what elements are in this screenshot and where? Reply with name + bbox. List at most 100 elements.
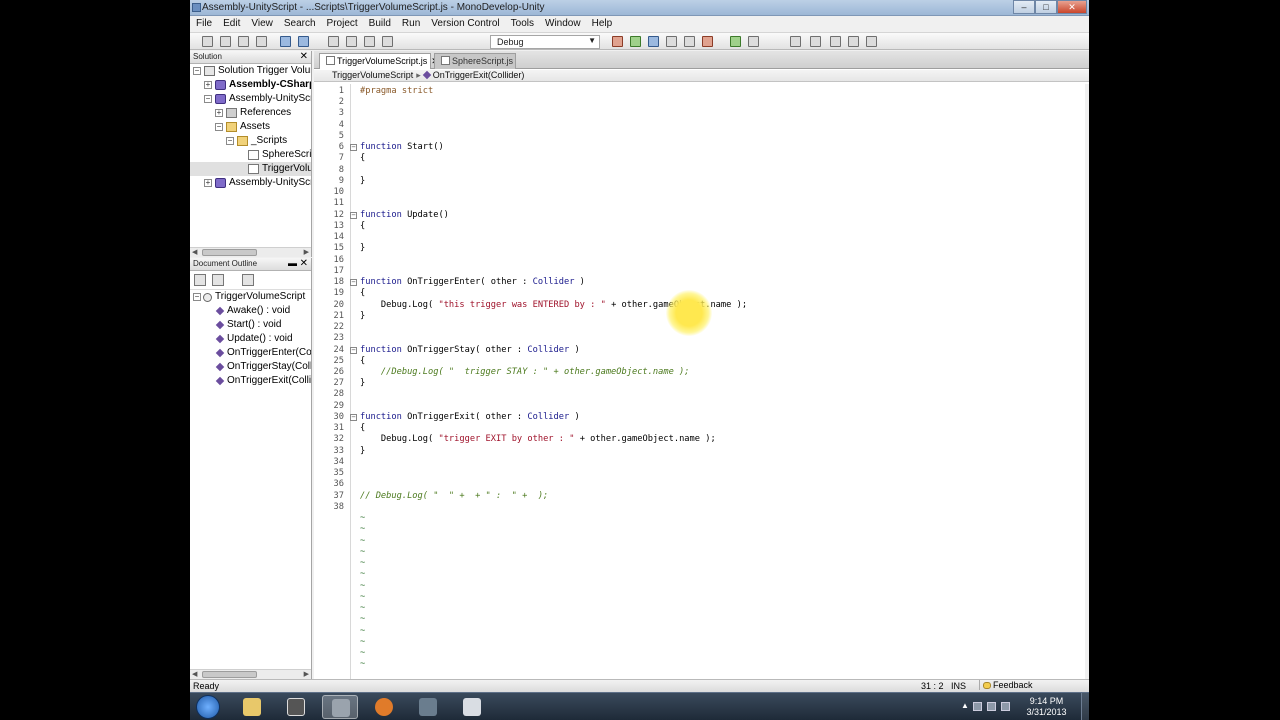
tab-sphere-script[interactable]: SphereScript.js bbox=[434, 53, 516, 69]
menu-file[interactable]: File bbox=[190, 16, 217, 32]
outline-root[interactable]: − TriggerVolumeScript bbox=[190, 290, 311, 304]
close-icon[interactable]: ✕ bbox=[300, 258, 308, 269]
attach-icon[interactable] bbox=[730, 36, 741, 47]
rebuild-icon[interactable] bbox=[630, 36, 641, 47]
collapse-icon[interactable]: − bbox=[215, 123, 223, 131]
outline-horizontal-scrollbar[interactable]: ◀ ▶ bbox=[190, 669, 311, 679]
taskbar-monodevelop[interactable] bbox=[322, 695, 358, 719]
outline-member[interactable]: Start() : void bbox=[190, 318, 311, 332]
outline-settings-icon[interactable] bbox=[242, 274, 254, 286]
fold-toggle-icon[interactable]: − bbox=[350, 279, 357, 287]
taskbar-unity[interactable] bbox=[278, 695, 314, 719]
taskbar-firefox[interactable] bbox=[366, 695, 402, 719]
scroll-left-icon[interactable]: ◀ bbox=[192, 670, 197, 678]
scrollbar-thumb[interactable] bbox=[202, 671, 257, 678]
run-icon[interactable] bbox=[666, 36, 677, 47]
fold-toggle-icon[interactable]: − bbox=[350, 144, 357, 152]
solution-tree-item[interactable]: − Assembly-UnityScript bbox=[190, 92, 311, 106]
menu-project[interactable]: Project bbox=[321, 16, 363, 32]
scroll-right-icon[interactable]: ▶ bbox=[304, 248, 309, 256]
solution-tree-item[interactable]: − Assets bbox=[190, 120, 311, 134]
tray-expand-icon[interactable]: ▲ bbox=[961, 701, 969, 710]
close-button[interactable]: ✕ bbox=[1057, 0, 1087, 14]
undo-icon[interactable] bbox=[280, 36, 291, 47]
menu-window[interactable]: Window bbox=[539, 16, 586, 32]
collapse-icon[interactable]: − bbox=[193, 67, 201, 75]
paste-icon[interactable] bbox=[364, 36, 375, 47]
show-desktop-button[interactable] bbox=[1081, 693, 1089, 720]
outline-member[interactable]: OnTriggerStay(Collider bbox=[190, 360, 311, 374]
breadcrumb-file[interactable]: TriggerVolumeScript bbox=[332, 70, 413, 80]
solution-tree-item[interactable]: − _Scripts bbox=[190, 134, 311, 148]
expand-icon[interactable]: + bbox=[204, 179, 212, 187]
debug-icon[interactable] bbox=[684, 36, 695, 47]
code-editor[interactable]: 1 #pragma strict 2 3 4 5 6− function Start() 7{8… bbox=[314, 84, 1085, 679]
outline-member[interactable]: Awake() : void bbox=[190, 304, 311, 318]
editor-vertical-scrollbar[interactable] bbox=[1085, 84, 1089, 679]
solution-tree-item[interactable]: SphereScript bbox=[190, 148, 311, 162]
delete-icon[interactable] bbox=[382, 36, 393, 47]
outline-view-icon[interactable] bbox=[194, 274, 206, 286]
menu-build[interactable]: Build bbox=[363, 16, 396, 32]
pause-icon[interactable] bbox=[848, 36, 859, 47]
copy-icon[interactable] bbox=[346, 36, 357, 47]
taskbar-photoshop[interactable] bbox=[410, 695, 446, 719]
taskbar-explorer[interactable] bbox=[234, 695, 270, 719]
menu-search[interactable]: Search bbox=[278, 16, 321, 32]
solution-tree-item[interactable]: − Solution Trigger Volume bbox=[190, 64, 311, 78]
breadcrumb-member[interactable]: OnTriggerExit(Collider) bbox=[433, 70, 525, 80]
outline-member[interactable]: Update() : void bbox=[190, 332, 311, 346]
network-icon[interactable] bbox=[987, 702, 996, 711]
action-center-icon[interactable] bbox=[973, 702, 982, 711]
tab-trigger-volume-script[interactable]: TriggerVolumeScript.js✕ bbox=[319, 53, 439, 69]
outline-sort-icon[interactable] bbox=[212, 274, 224, 286]
menu-run[interactable]: Run bbox=[396, 16, 425, 32]
minimize-button[interactable]: – bbox=[1013, 0, 1035, 14]
scroll-left-icon[interactable]: ◀ bbox=[192, 248, 197, 256]
outline-member[interactable]: OnTriggerEnter(Collide bbox=[190, 346, 311, 360]
clock[interactable]: 9:14 PM 3/31/2013 bbox=[1019, 696, 1074, 718]
build-icon[interactable] bbox=[612, 36, 623, 47]
open-file-icon[interactable] bbox=[220, 36, 231, 47]
step-over-icon[interactable] bbox=[790, 36, 801, 47]
taskbar-notepad[interactable] bbox=[454, 695, 490, 719]
pin-icon[interactable]: ▬ bbox=[288, 258, 297, 268]
expand-icon[interactable]: + bbox=[204, 81, 212, 89]
menu-help[interactable]: Help bbox=[586, 16, 618, 32]
redo-icon[interactable] bbox=[298, 36, 309, 47]
collapse-icon[interactable]: − bbox=[204, 95, 212, 103]
scroll-right-icon[interactable]: ▶ bbox=[304, 670, 309, 678]
volume-icon[interactable] bbox=[1001, 702, 1010, 711]
new-file-icon[interactable] bbox=[202, 36, 213, 47]
fold-toggle-icon[interactable]: − bbox=[350, 346, 357, 354]
menu-view[interactable]: View bbox=[245, 16, 278, 32]
fold-toggle-icon[interactable]: − bbox=[350, 413, 357, 421]
maximize-button[interactable]: □ bbox=[1035, 0, 1057, 14]
solution-tree-item[interactable]: + Assembly-CSharp-E bbox=[190, 78, 311, 92]
collapse-icon[interactable]: − bbox=[226, 137, 234, 145]
menu-version-control[interactable]: Version Control bbox=[425, 16, 504, 32]
title-bar[interactable]: Assembly-UnityScript - ...Scripts\Trigge… bbox=[190, 0, 1089, 16]
save-icon[interactable] bbox=[238, 36, 249, 47]
layout-icon[interactable] bbox=[748, 36, 759, 47]
clean-icon[interactable] bbox=[648, 36, 659, 47]
cut-icon[interactable] bbox=[328, 36, 339, 47]
step-out-icon[interactable] bbox=[830, 36, 841, 47]
solution-tree-item[interactable]: + References bbox=[190, 106, 311, 120]
feedback-button[interactable]: Feedback bbox=[979, 680, 1033, 690]
close-icon[interactable]: ✕ bbox=[300, 51, 308, 62]
solution-tree-item[interactable]: + Assembly-UnityScript bbox=[190, 176, 311, 190]
stop-icon[interactable] bbox=[702, 36, 713, 47]
expand-icon[interactable]: + bbox=[215, 109, 223, 117]
fold-toggle-icon[interactable]: − bbox=[350, 211, 357, 219]
solution-horizontal-scrollbar[interactable]: ◀ ▶ bbox=[190, 247, 311, 257]
save-all-icon[interactable] bbox=[256, 36, 267, 47]
menu-edit[interactable]: Edit bbox=[217, 16, 245, 32]
menu-tools[interactable]: Tools bbox=[505, 16, 539, 32]
configuration-select[interactable]: Debug ▼ bbox=[490, 35, 600, 49]
start-button[interactable] bbox=[196, 695, 220, 719]
collapse-icon[interactable]: − bbox=[193, 293, 201, 301]
scrollbar-thumb[interactable] bbox=[202, 249, 257, 256]
outline-member[interactable]: OnTriggerExit(Collider) bbox=[190, 374, 311, 388]
breakpoint-icon[interactable] bbox=[866, 36, 877, 47]
